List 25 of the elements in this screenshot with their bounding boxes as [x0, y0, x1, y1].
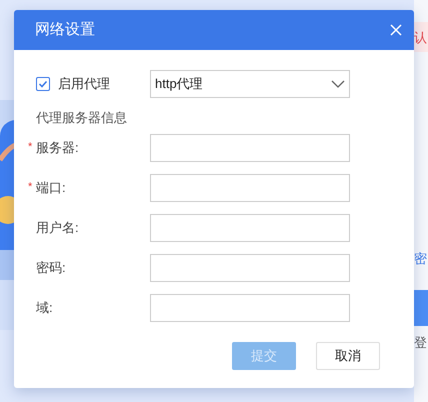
alert-banner: 认 — [414, 22, 428, 52]
window-title: 网络设置 — [35, 20, 95, 40]
checkbox-label: 启用代理 — [58, 75, 110, 94]
input-field[interactable] — [150, 134, 350, 162]
field-label: 端口: — [36, 178, 66, 197]
checkbox[interactable] — [36, 77, 50, 91]
close-icon[interactable] — [390, 24, 402, 36]
label: 登 — [414, 336, 427, 349]
field-label: 用户名: — [36, 218, 79, 237]
required-mark: * — [28, 180, 32, 196]
proxy-type-select[interactable]: http代理 — [150, 70, 350, 98]
section-title: 代理服务器信息 — [36, 109, 128, 127]
input-field[interactable] — [150, 254, 350, 282]
cancel-button[interactable]: 取消 — [316, 342, 380, 370]
input-field[interactable] — [150, 174, 350, 202]
required-mark: * — [28, 140, 32, 156]
field-label: 域: — [36, 298, 53, 317]
check-icon — [38, 79, 48, 89]
input-field[interactable] — [150, 294, 350, 322]
input-field[interactable] — [150, 214, 350, 242]
field-label: 服务器: — [36, 138, 79, 157]
link[interactable]: 密 — [414, 252, 427, 265]
login-button[interactable] — [414, 290, 428, 326]
field-label: 密码: — [36, 258, 66, 277]
chevron-down-icon — [331, 80, 345, 88]
